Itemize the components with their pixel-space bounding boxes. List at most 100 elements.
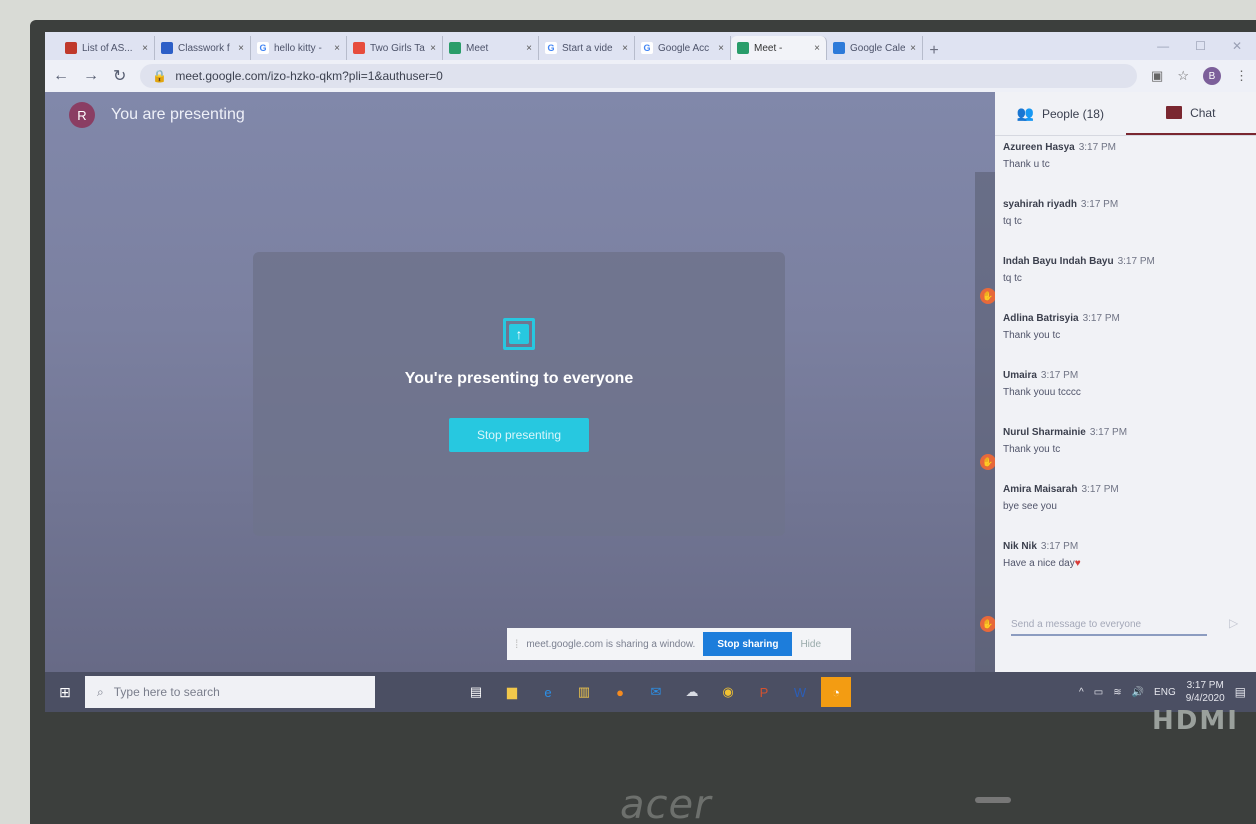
chat-message: Nik Nik 3:17 PM Have a nice day♥ <box>1003 541 1246 598</box>
mail-icon[interactable]: ✉ <box>641 677 671 707</box>
send-icon[interactable]: ▷ <box>1229 616 1238 630</box>
chat-message-input[interactable]: Send a message to everyone <box>1011 614 1207 636</box>
message-author: Nurul Sharmainie <box>1003 427 1086 438</box>
tab-chat[interactable]: Chat <box>1125 92 1256 135</box>
clock[interactable]: 3:17 PM 9/4/2020 <box>1186 679 1225 705</box>
browser-tab[interactable]: Classwork f × <box>155 36 251 60</box>
tab-favicon-icon <box>353 42 365 54</box>
browser-tab[interactable]: Meet × <box>443 36 539 60</box>
task-view-icon[interactable]: ▤ <box>461 677 491 707</box>
presenting-card: ↑ You're presenting to everyone Stop pre… <box>253 252 785 536</box>
acer-logo: acer <box>620 782 712 824</box>
forward-icon[interactable]: → <box>83 67 99 85</box>
new-tab-button[interactable]: + <box>923 42 945 60</box>
file-explorer-icon[interactable]: ▆ <box>497 677 527 707</box>
tab-close-icon[interactable]: × <box>910 43 916 54</box>
heart-emoji-icon: ♥ <box>1074 558 1081 569</box>
chat-message: Adlina Batrisyia 3:17 PM Thank you tc <box>1003 313 1246 370</box>
tab-favicon-icon: G <box>545 42 557 54</box>
screen-share-icon[interactable]: ▣ <box>1151 68 1163 84</box>
message-author: Adlina Batrisyia <box>1003 313 1079 324</box>
browser-tab[interactable]: Two Girls Ta × <box>347 36 443 60</box>
stop-sharing-button[interactable]: Stop sharing <box>703 632 793 656</box>
avatar: R <box>69 102 95 128</box>
app-icon[interactable]: ◔ <box>821 677 851 707</box>
tab-favicon-icon <box>161 42 173 54</box>
message-header: Azureen Hasya 3:17 PM <box>1003 142 1246 153</box>
message-body: Have a nice day♥ <box>1003 558 1246 569</box>
store-icon[interactable]: ▥ <box>569 677 599 707</box>
stop-presenting-button[interactable]: Stop presenting <box>449 418 589 452</box>
tab-favicon-icon <box>65 42 77 54</box>
star-icon[interactable]: ☆ <box>1177 68 1189 84</box>
tab-title: Meet - <box>754 42 783 54</box>
clock-time: 3:17 PM <box>1186 680 1224 691</box>
wifi-icon[interactable]: ≋ <box>1113 687 1121 698</box>
tab-people[interactable]: 👥 People (18) <box>995 92 1126 135</box>
back-icon[interactable]: ← <box>53 67 69 85</box>
tab-close-icon[interactable]: × <box>622 43 628 54</box>
notification-icon[interactable]: ▤ <box>1235 685 1246 699</box>
tab-close-icon[interactable]: × <box>238 43 244 54</box>
maximize-icon[interactable]: ☐ <box>1195 39 1206 53</box>
windows-start-icon[interactable]: ⊞ <box>45 684 85 701</box>
word-icon[interactable]: W <box>785 677 815 707</box>
browser-tab[interactable]: Meet - × <box>731 36 827 60</box>
message-text: Thank youu tcccc <box>1003 387 1081 398</box>
drag-handle-icon[interactable]: ⁞ <box>515 637 518 651</box>
raised-hand-icon: ✋ <box>980 616 996 632</box>
chrome-icon[interactable]: ◉ <box>713 677 743 707</box>
hide-button[interactable]: Hide <box>800 639 821 650</box>
message-time: 3:17 PM <box>1089 427 1128 438</box>
browser-tab[interactable]: List of AS... × <box>59 36 155 60</box>
chat-message: syahirah riyadh 3:17 PM tq tc <box>1003 199 1246 256</box>
menu-icon[interactable]: ⋮ <box>1235 68 1248 84</box>
browser-tab[interactable]: Google Cale × <box>827 36 923 60</box>
message-body: Thank youu tcccc <box>1003 387 1246 398</box>
battery-icon[interactable]: ▭ <box>1094 687 1103 698</box>
panel-tabs: 👥 People (18) Chat <box>995 92 1256 136</box>
message-header: Amira Maisarah 3:17 PM <box>1003 484 1246 495</box>
tab-title: Start a vide <box>562 42 613 54</box>
edge-icon[interactable]: e <box>533 677 563 707</box>
message-text: Thank u tc <box>1003 159 1050 170</box>
browser-tab[interactable]: Ghello kitty - × <box>251 36 347 60</box>
reload-icon[interactable]: ↻ <box>113 66 126 86</box>
message-text: Thank you tc <box>1003 330 1061 341</box>
chevron-up-icon[interactable]: ^ <box>1079 687 1084 698</box>
message-body: Thank you tc <box>1003 444 1246 455</box>
tab-close-icon[interactable]: × <box>718 43 724 54</box>
powerpoint-icon[interactable]: P <box>749 677 779 707</box>
message-time: 3:17 PM <box>1081 484 1119 495</box>
close-window-icon[interactable]: ✕ <box>1232 39 1242 53</box>
tab-close-icon[interactable]: × <box>334 43 340 54</box>
tab-title: hello kitty - <box>274 42 322 54</box>
message-author: Amira Maisarah <box>1003 484 1078 495</box>
chat-message: Nurul Sharmainie 3:17 PM Thank you tc <box>1003 427 1246 484</box>
tab-favicon-icon <box>737 42 749 54</box>
message-time: 3:17 PM <box>1078 142 1116 153</box>
weather-icon[interactable]: ☁ <box>677 677 707 707</box>
tab-close-icon[interactable]: × <box>430 43 436 54</box>
minimize-icon[interactable]: — <box>1157 39 1169 53</box>
language-indicator[interactable]: ENG <box>1154 687 1176 698</box>
message-text: tq tc <box>1003 273 1022 284</box>
taskbar-search[interactable]: ⌕ Type here to search <box>85 676 375 708</box>
presenting-header: R You are presenting <box>69 102 245 128</box>
firefox-icon[interactable]: ● <box>605 677 635 707</box>
message-header: syahirah riyadh 3:17 PM <box>1003 199 1246 210</box>
laptop-screen: List of AS... × Classwork f × Ghello kitty -… <box>45 32 1256 738</box>
address-bar[interactable]: 🔒 meet.google.com/izo-hzko-qkm?pli=1&aut… <box>140 64 1138 88</box>
search-icon: ⌕ <box>97 684 104 699</box>
volume-icon[interactable]: 🔊 <box>1132 687 1144 698</box>
participant-strip <box>975 172 995 672</box>
message-body: tq tc <box>1003 216 1246 227</box>
present-screen-icon: ↑ <box>503 318 535 350</box>
tab-favicon-icon: G <box>257 42 269 54</box>
tab-close-icon[interactable]: × <box>814 43 820 54</box>
tab-close-icon[interactable]: × <box>526 43 532 54</box>
tab-close-icon[interactable]: × <box>142 43 148 54</box>
browser-tab[interactable]: G Start a vide × <box>539 36 635 60</box>
profile-avatar[interactable]: B <box>1203 67 1221 85</box>
browser-tab[interactable]: G Google Acc × <box>635 36 731 60</box>
